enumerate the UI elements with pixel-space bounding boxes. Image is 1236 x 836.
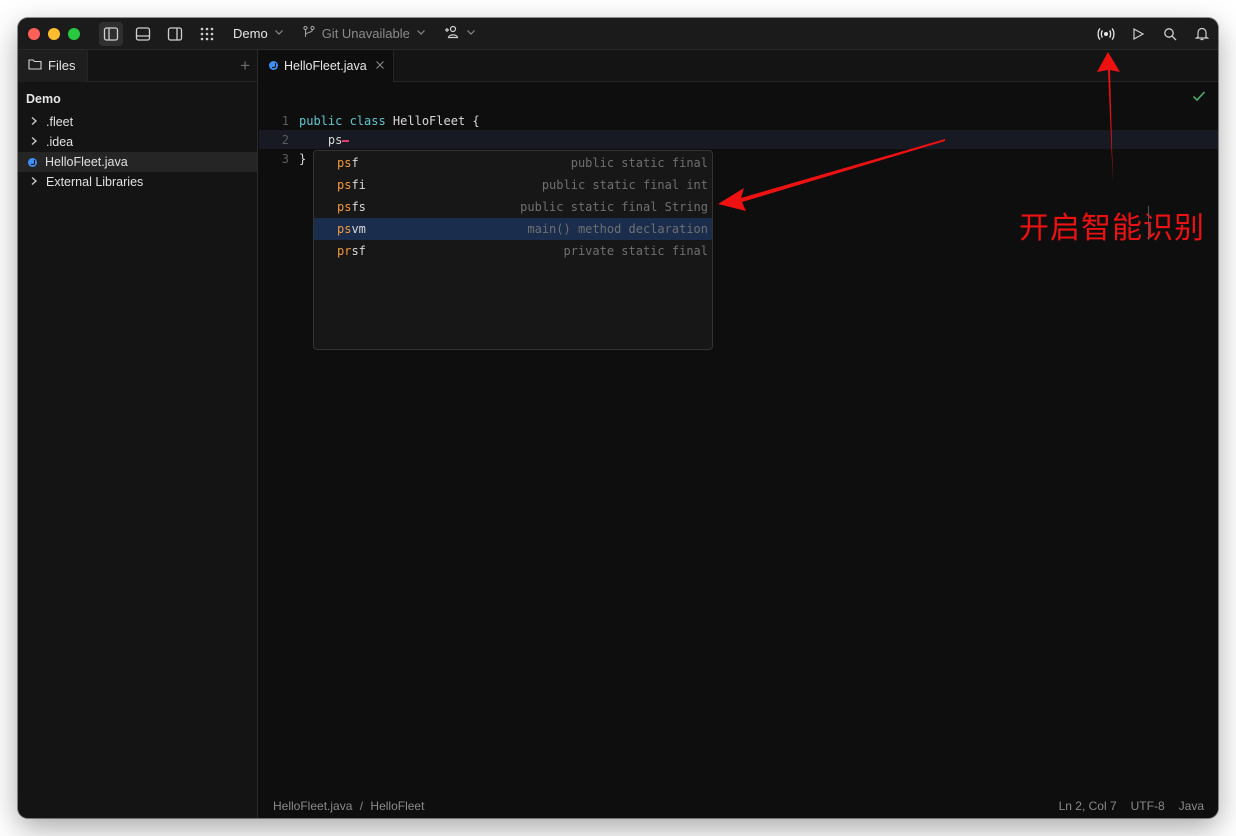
annotation-arrows — [718, 52, 1120, 211]
annotation-arrow-up — [1097, 52, 1120, 184]
annotation-text: 开启智能识别 — [1019, 211, 1205, 246]
annotation-text-caret — [1148, 206, 1149, 240]
annotation-arrow-left — [718, 139, 945, 211]
